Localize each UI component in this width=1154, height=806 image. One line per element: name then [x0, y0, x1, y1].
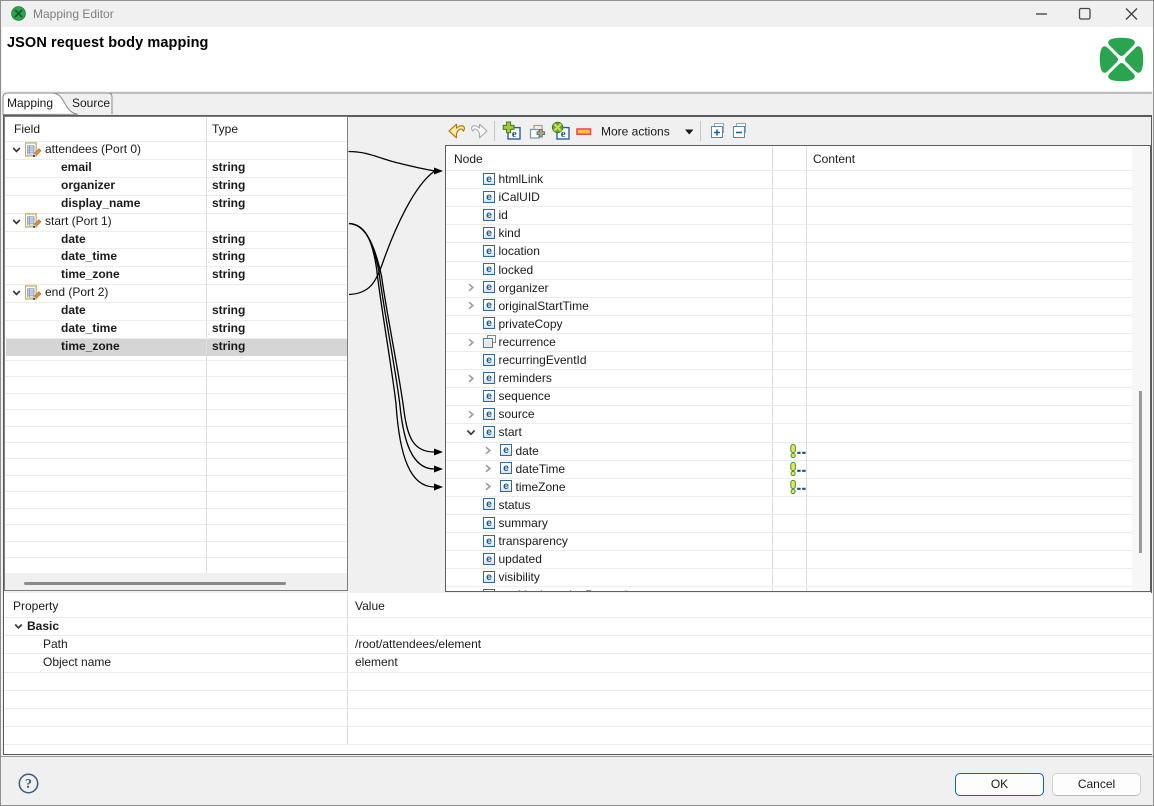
svg-text:?: ? [25, 777, 32, 792]
svg-text:More actions: More actions [601, 125, 670, 139]
